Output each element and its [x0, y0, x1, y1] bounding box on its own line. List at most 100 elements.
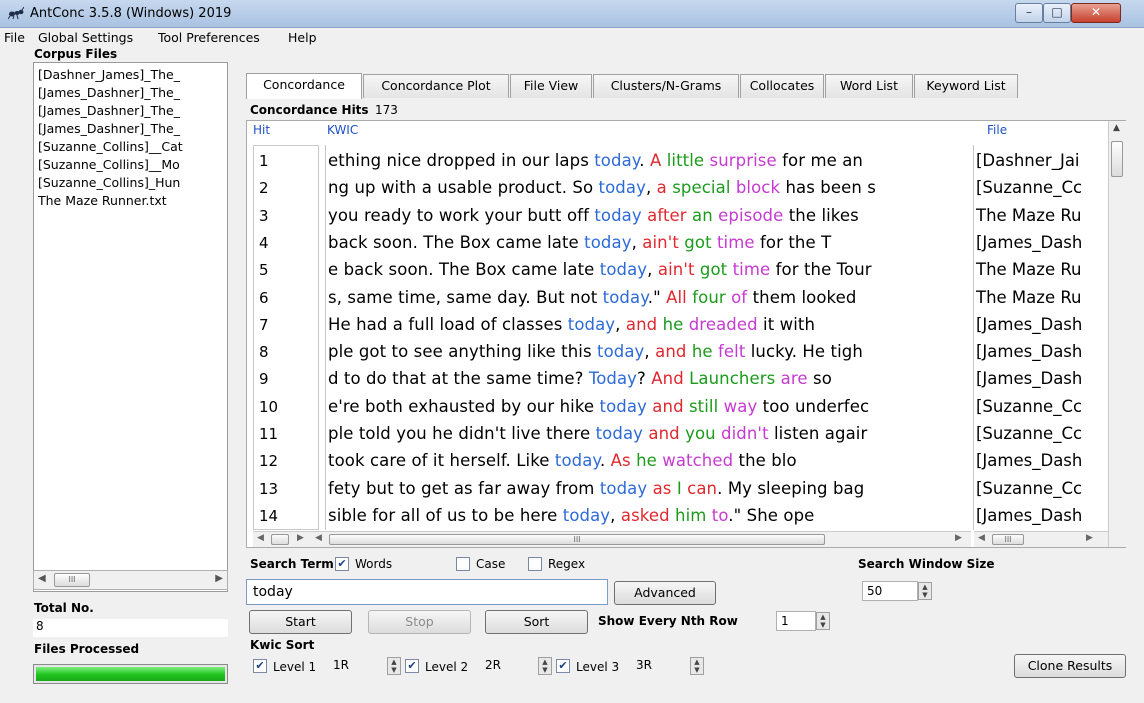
corpus-file-item[interactable]: The Maze Runner.txt [38, 193, 167, 208]
hit-number-column[interactable]: 1 2 3 4 5 6 7 8 9 10 11 12 13 14 [253, 145, 319, 530]
kwic-line[interactable]: ple got to see anything like this today,… [328, 342, 863, 361]
kwic-keyword[interactable]: today [597, 342, 644, 361]
corpus-file-item[interactable]: [Suzanne_Collins]__Cat [38, 139, 183, 154]
level-3-checkbox[interactable]: ✔ [556, 659, 570, 673]
kwic-column-header[interactable]: KWIC [327, 123, 358, 137]
file-name[interactable]: [Suzanne_Cc [976, 178, 1082, 197]
corpus-file-list[interactable]: [Dashner_James]_The_ [James_Dashner]_The… [33, 62, 228, 592]
tab-keyword-list[interactable]: Keyword List [914, 74, 1018, 98]
menu-file[interactable]: File [4, 30, 25, 45]
hit-number[interactable]: 1 [259, 152, 269, 170]
kwic-line[interactable]: He had a full load of classes today, and… [328, 315, 815, 334]
tab-concordance[interactable]: Concordance [246, 73, 362, 99]
corpus-file-item[interactable]: [Suzanne_Collins]__Mo [38, 157, 180, 172]
level-1-spinner-icon[interactable]: ▲ ▼ [387, 657, 401, 675]
corpus-list-scrollbar[interactable]: ◀ III ▶ [33, 570, 228, 590]
kwic-keyword[interactable]: Today [589, 369, 637, 388]
kwic-horizontal-scrollbar[interactable]: ◀ ▶ ◀ III ▶ [253, 531, 971, 547]
hit-number[interactable]: 10 [259, 398, 278, 416]
scroll-thumb[interactable]: III [329, 534, 825, 545]
file-name[interactable]: [Dashner_Jai [976, 151, 1080, 170]
corpus-file-item[interactable]: [James_Dashner]_The_ [38, 121, 180, 136]
corpus-file-item[interactable]: [Suzanne_Collins]_Hun [38, 175, 180, 190]
file-name[interactable]: The Maze Ru [976, 206, 1082, 225]
level-2-spinner-icon[interactable]: ▲ ▼ [538, 657, 552, 675]
sort-button[interactable]: Sort [485, 610, 588, 634]
stop-button[interactable]: Stop [368, 610, 471, 634]
kwic-keyword[interactable]: today [563, 506, 610, 525]
corpus-file-item[interactable]: [James_Dashner]_The_ [38, 85, 180, 100]
search-window-size-field[interactable]: 50 [862, 581, 918, 601]
hit-number[interactable]: 8 [259, 343, 269, 361]
kwic-line[interactable]: e back soon. The Box came late today, ai… [328, 260, 872, 279]
file-name[interactable]: [Suzanne_Cc [976, 479, 1082, 498]
menu-global-settings[interactable]: Global Settings [38, 30, 133, 45]
tab-word-list[interactable]: Word List [825, 74, 913, 98]
file-name[interactable]: [Suzanne_Cc [976, 424, 1082, 443]
hit-number[interactable]: 12 [259, 452, 278, 470]
kwic-keyword[interactable]: today [600, 260, 647, 279]
tab-collocates[interactable]: Collocates [740, 74, 824, 98]
scroll-up-icon[interactable]: ▲ [1113, 123, 1120, 133]
kwic-line[interactable]: ething nice dropped in our laps today. A… [328, 151, 863, 170]
scroll-right-icon[interactable]: ▶ [955, 533, 962, 543]
file-name[interactable]: The Maze Ru [976, 260, 1082, 279]
hit-number[interactable]: 3 [259, 207, 269, 225]
kwic-line[interactable]: ng up with a usable product. So today, a… [328, 178, 876, 197]
scroll-thumb[interactable]: III [992, 534, 1024, 545]
tab-concordance-plot[interactable]: Concordance Plot [363, 74, 509, 98]
level-1-value[interactable]: 1R [333, 658, 349, 672]
file-horizontal-scrollbar[interactable]: ◀ III ▶ [974, 531, 1108, 547]
kwic-keyword[interactable]: today [584, 233, 631, 252]
kwic-keyword[interactable]: today [594, 206, 641, 225]
hit-column-header[interactable]: Hit [253, 123, 270, 137]
file-name[interactable]: [James_Dash [976, 342, 1082, 361]
kwic-line[interactable]: d to do that at the same time? Today? An… [328, 369, 832, 388]
kwic-line[interactable]: you ready to work your butt off today af… [328, 206, 859, 225]
scroll-left-icon[interactable]: ◀ [257, 533, 264, 543]
file-column-header[interactable]: File [987, 123, 1007, 137]
menu-tool-preferences[interactable]: Tool Preferences [158, 30, 260, 45]
nth-row-spinner-icon[interactable]: ▲ ▼ [816, 612, 830, 630]
scroll-right-icon[interactable]: ▶ [297, 533, 304, 543]
file-name[interactable]: The Maze Ru [976, 288, 1082, 307]
scroll-left-icon[interactable]: ◀ [315, 533, 322, 543]
file-name[interactable]: [James_Dash [976, 506, 1082, 525]
start-button[interactable]: Start [249, 610, 352, 634]
results-vertical-scrollbar[interactable]: ▲ [1108, 121, 1126, 547]
hit-number[interactable]: 4 [259, 234, 269, 252]
kwic-line[interactable]: took care of it herself. Like today. As … [328, 451, 797, 470]
nth-row-field[interactable]: 1 [776, 611, 816, 631]
level-3-value[interactable]: 3R [636, 658, 652, 672]
corpus-file-item[interactable]: [James_Dashner]_The_ [38, 103, 180, 118]
kwic-column[interactable]: ething nice dropped in our laps today. A… [325, 145, 973, 530]
kwic-line[interactable]: ple told you he didn't live there today … [328, 424, 867, 443]
scroll-left-icon[interactable]: ◀ [978, 533, 985, 543]
maximize-button[interactable]: □ [1043, 3, 1071, 23]
case-checkbox[interactable] [456, 557, 470, 571]
menu-help[interactable]: Help [288, 30, 317, 45]
clone-results-button[interactable]: Clone Results [1014, 654, 1126, 678]
hit-number[interactable]: 13 [259, 480, 278, 498]
window-size-spinner-icon[interactable]: ▲ ▼ [918, 582, 932, 600]
minimize-button[interactable]: – [1015, 3, 1043, 23]
file-name[interactable]: [James_Dash [976, 233, 1082, 252]
kwic-line[interactable]: back soon. The Box came late today, ain'… [328, 233, 831, 252]
tab-file-view[interactable]: File View [510, 74, 592, 98]
hit-number[interactable]: 11 [259, 425, 278, 443]
advanced-button[interactable]: Advanced [614, 581, 716, 605]
level-2-value[interactable]: 2R [485, 658, 501, 672]
tab-clusters-ngrams[interactable]: Clusters/N-Grams [593, 74, 739, 98]
level-2-checkbox[interactable]: ✔ [405, 659, 419, 673]
kwic-keyword[interactable]: today [603, 288, 648, 307]
file-name[interactable]: [Suzanne_Cc [976, 397, 1082, 416]
close-button[interactable]: ✕ [1071, 3, 1121, 23]
hit-number[interactable]: 9 [259, 370, 269, 388]
scroll-left-icon[interactable]: ◀ [38, 573, 46, 584]
kwic-keyword[interactable]: today [594, 151, 639, 170]
scroll-thumb[interactable] [1111, 141, 1123, 177]
scroll-right-icon[interactable]: ▶ [215, 573, 223, 584]
file-name[interactable]: [James_Dash [976, 369, 1082, 388]
kwic-keyword[interactable]: today [600, 479, 647, 498]
hit-number[interactable]: 7 [259, 316, 269, 334]
